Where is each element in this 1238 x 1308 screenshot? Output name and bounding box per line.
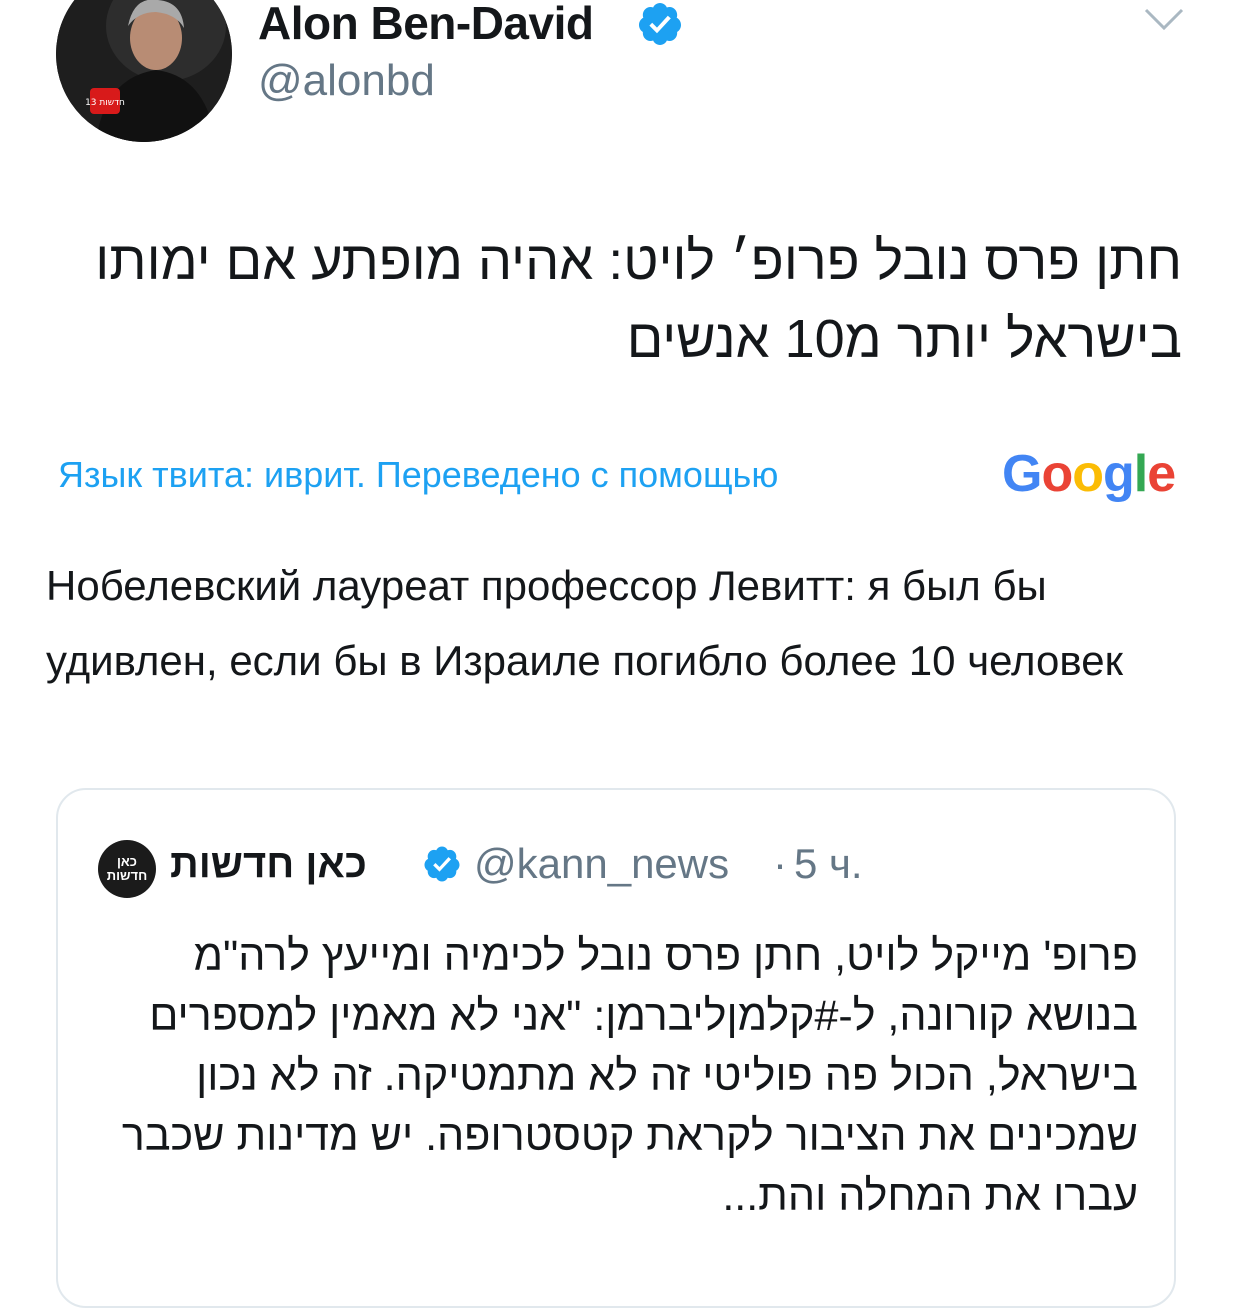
google-letter: e (1147, 445, 1176, 503)
quoted-avatar[interactable]: כאן חדשות (98, 840, 156, 898)
verified-badge-icon (638, 3, 681, 45)
translation-notice[interactable]: Язык твита: иврит. Переведено с помощью … (58, 444, 1188, 508)
verified-badge-icon (424, 846, 460, 882)
author-handle[interactable]: @alonbd (258, 56, 435, 106)
google-letter: o (1041, 445, 1073, 503)
quoted-tweet-header: כאן חדשות כאן חדשות @kann_news · 5 ч. (98, 834, 1138, 898)
quoted-avatar-line1: כאן (117, 854, 137, 869)
author-display-name[interactable]: Alon Ben-David (258, 0, 594, 50)
avatar-mic-badge: 13 חדשות (85, 98, 125, 108)
author-avatar[interactable]: 13 חדשות (56, 0, 232, 142)
quoted-tweet-text: פרופ' מייקל לויט, חתן פרס נובל לכימיה ומ… (121, 932, 1138, 1220)
translation-notice-text[interactable]: Язык твита: иврит. Переведено с помощью (58, 454, 778, 496)
quoted-display-name[interactable]: כאן חדשות (170, 842, 367, 887)
quoted-handle[interactable]: @kann_news (474, 840, 729, 888)
translated-text: Нобелевский лауреат профессор Левитт: я … (46, 562, 1123, 684)
google-letter: g (1102, 445, 1135, 503)
google-logo: Google (1002, 444, 1176, 504)
avatar-photo: 13 חדשות (56, 0, 232, 142)
tweet-text: חתן פרס נובל פרופ׳ לויט: אהיה מופתע אם י… (95, 231, 1182, 369)
quoted-avatar-line2: חדשות (106, 868, 148, 883)
quoted-tweet-card[interactable]: כאן חדשות כאן חדשות @kann_news · 5 ч. פר… (56, 788, 1176, 1308)
quoted-timestamp[interactable]: 5 ч. (794, 840, 863, 888)
google-letter: l (1133, 445, 1148, 503)
chevron-down-icon[interactable] (1142, 4, 1186, 34)
quoted-separator: · (773, 840, 787, 887)
google-letter: G (1002, 445, 1042, 503)
google-letter: o (1072, 445, 1104, 503)
